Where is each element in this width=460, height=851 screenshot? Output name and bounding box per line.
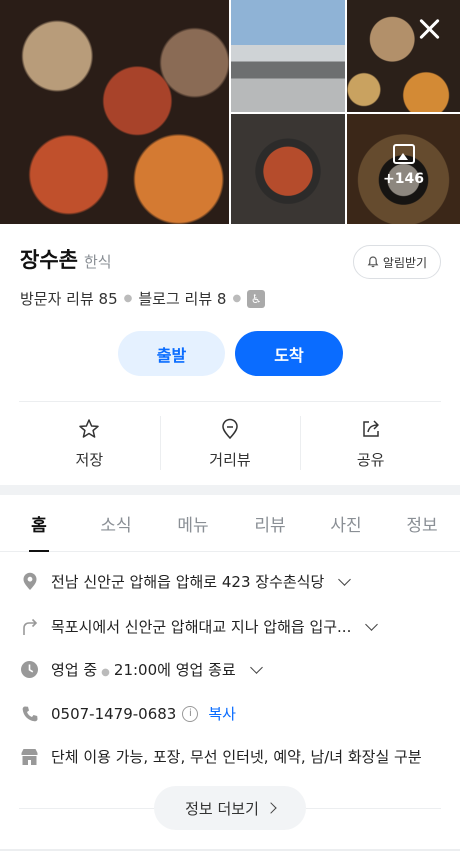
street-view-button[interactable]: 거리뷰 <box>159 402 301 484</box>
amenities-text: 단체 이용 가능, 포장, 무선 인터넷, 예약, 남/녀 화장실 구분 <box>51 748 422 766</box>
tab-home[interactable]: 홈 <box>0 495 78 552</box>
notify-label: 알림받기 <box>382 255 428 270</box>
more-info-label: 정보 더보기 <box>185 799 259 818</box>
separator-dot: ● <box>123 293 133 304</box>
tab-reviews[interactable]: 리뷰 <box>232 495 308 551</box>
tab-news[interactable]: 소식 <box>78 495 154 551</box>
info-icon[interactable]: i <box>182 705 199 722</box>
hours-text: 영업 중 ● 21:00에 영업 종료 <box>51 659 236 680</box>
location-pin-icon <box>20 572 39 591</box>
notify-button[interactable]: 알림받기 <box>353 245 441 279</box>
more-info-button[interactable]: 정보 더보기 <box>154 786 306 830</box>
route-start-button[interactable]: 출발 <box>118 331 225 376</box>
section-divider <box>0 485 460 495</box>
save-label: 저장 <box>75 450 104 469</box>
directions-row[interactable]: 목포시에서 신안군 압해대교 지나 압해읍 입구... <box>20 616 440 637</box>
directions-text: 목포시에서 신안군 압해대교 지나 압해읍 입구... <box>51 618 352 636</box>
address-row[interactable]: 전남 신안군 압해읍 압해로 423 장수촌식당 <box>20 571 440 592</box>
visitor-reviews-link[interactable]: 방문자 리뷰 85 <box>20 288 118 309</box>
closing-time: 21:00에 영업 종료 <box>113 661 236 679</box>
chevron-down-icon <box>249 661 263 674</box>
share-button[interactable]: 공유 <box>300 402 441 484</box>
address-text: 전남 신안군 압해읍 압해로 423 장수촌식당 <box>51 573 325 591</box>
photo-thumbnail-stew[interactable] <box>231 114 345 224</box>
accessibility-icon: ♿ <box>247 289 266 308</box>
chevron-right-icon <box>265 802 277 814</box>
photo-count: +146 <box>383 171 424 187</box>
blog-reviews-link[interactable]: 블로그 리뷰 8 <box>138 288 226 309</box>
tab-bar: 홈 소식 메뉴 리뷰 사진 정보 <box>0 495 460 552</box>
place-name: 장수촌 <box>20 248 78 272</box>
phone-icon <box>20 704 39 723</box>
photo-thumbnail-more[interactable]: +146 <box>347 114 460 224</box>
directions-arrow-icon <box>20 617 39 636</box>
tab-photos[interactable]: 사진 <box>308 495 384 551</box>
share-icon <box>362 419 379 437</box>
open-status: 영업 중 <box>51 661 98 679</box>
photo-thumbnail-exterior[interactable] <box>231 0 345 112</box>
store-icon <box>20 747 39 766</box>
chevron-down-icon <box>338 573 352 586</box>
bell-icon <box>367 256 379 268</box>
phone-number[interactable]: 0507-1479-0683 <box>51 705 176 723</box>
review-stats: 방문자 리뷰 85 ● 블로그 리뷰 8 ● ♿ <box>20 288 266 309</box>
copy-button[interactable]: 복사 <box>208 703 236 724</box>
title-row: 장수촌 한식 <box>20 244 112 274</box>
photo-gallery: +146 <box>0 0 460 224</box>
route-end-button[interactable]: 도착 <box>235 331 343 376</box>
close-icon[interactable] <box>414 14 444 44</box>
image-icon <box>392 144 415 164</box>
star-icon <box>79 418 100 438</box>
more-photos: +146 <box>347 144 460 187</box>
tab-info[interactable]: 정보 <box>384 495 460 551</box>
place-category: 한식 <box>83 253 112 271</box>
amenities-row[interactable]: 단체 이용 가능, 포장, 무선 인터넷, 예약, 남/녀 화장실 구분 <box>20 746 440 767</box>
separator-dot: ● <box>101 667 110 678</box>
main-photo[interactable] <box>0 0 229 224</box>
chevron-down-icon <box>365 618 379 631</box>
hours-row[interactable]: 영업 중 ● 21:00에 영업 종료 <box>20 659 440 680</box>
tab-menu[interactable]: 메뉴 <box>154 495 232 551</box>
separator-dot: ● <box>232 293 242 304</box>
phone-group: 0507-1479-0683 i 복사 <box>51 703 236 724</box>
share-label: 공유 <box>356 450 385 469</box>
clock-icon <box>20 660 39 679</box>
save-button[interactable]: 저장 <box>19 402 160 484</box>
location-pin-icon <box>222 418 238 439</box>
street-view-label: 거리뷰 <box>209 450 251 469</box>
action-bar: 저장 거리뷰 공유 <box>19 402 441 484</box>
phone-row: 0507-1479-0683 i 복사 <box>20 703 440 724</box>
